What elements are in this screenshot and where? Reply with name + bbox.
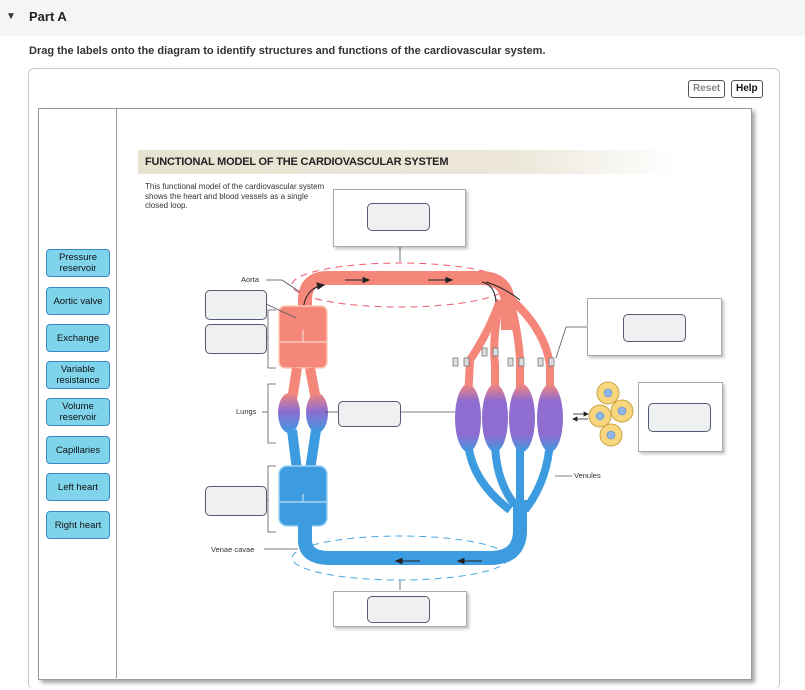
drop-zone-left-heart[interactable] xyxy=(205,324,267,354)
venous-branches xyxy=(464,439,554,514)
drop-zone-lungs[interactable] xyxy=(338,401,401,427)
drop-zone-aorta-function[interactable] xyxy=(367,203,430,231)
lung-capillaries-right xyxy=(306,393,328,433)
venae-cavae-vessel xyxy=(298,500,527,565)
annotation-aorta: Aorta xyxy=(241,275,259,284)
drop-zone-veins-function[interactable] xyxy=(367,596,430,623)
drop-zone-aortic-valve[interactable] xyxy=(205,290,267,320)
lung-capillaries-left xyxy=(278,393,300,433)
annotation-venae-cavae: Venae cavae xyxy=(211,545,255,554)
exchange-arrows xyxy=(572,411,589,422)
aorta-vessel xyxy=(298,271,515,330)
drop-zone-arterioles[interactable] xyxy=(623,314,686,342)
annotation-venules: Venules xyxy=(574,471,601,480)
drop-zone-capillaries[interactable] xyxy=(648,403,711,432)
annotation-lungs: Lungs xyxy=(236,407,257,416)
systemic-capillary-beds xyxy=(455,384,563,452)
drop-zone-right-heart[interactable] xyxy=(205,486,267,516)
